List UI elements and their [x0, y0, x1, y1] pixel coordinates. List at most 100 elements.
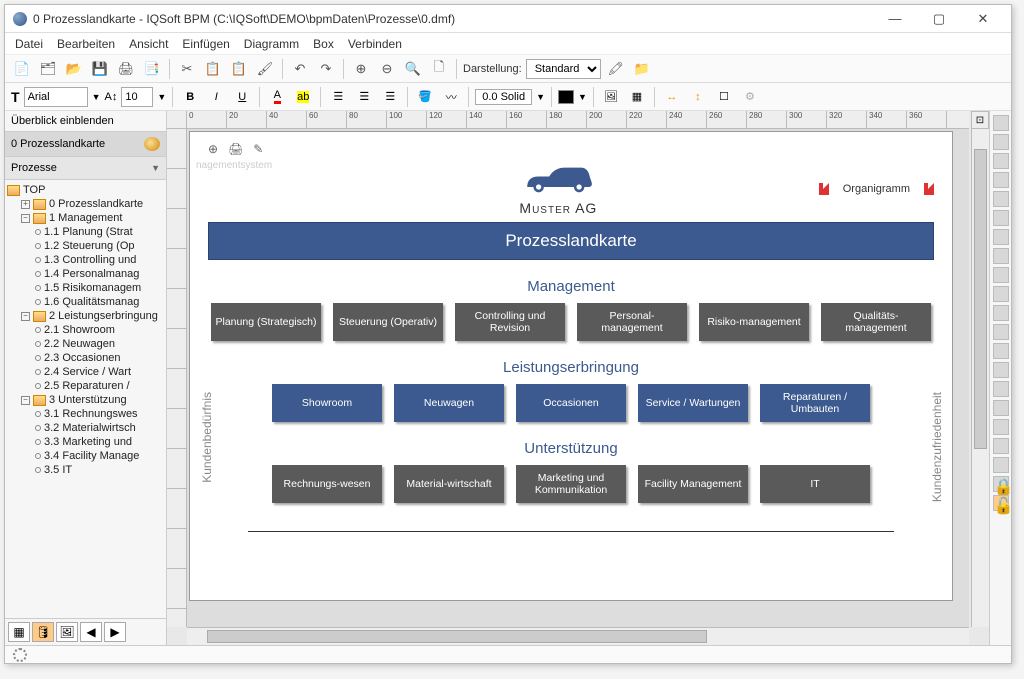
rp-icon-1[interactable]: [993, 115, 1009, 131]
view-image-icon[interactable]: 🖼: [56, 622, 78, 642]
text-tool-icon[interactable]: T: [11, 89, 20, 105]
color-swatch[interactable]: [558, 90, 574, 104]
zoom-out-icon[interactable]: ⊖: [376, 58, 398, 80]
font-size-input[interactable]: [121, 87, 153, 107]
tree-collapse-icon[interactable]: −: [21, 396, 30, 405]
rp-icon-4[interactable]: [993, 172, 1009, 188]
menu-diagramm[interactable]: Diagramm: [244, 37, 299, 51]
lock-icon[interactable]: 🔒: [993, 476, 1009, 492]
tree-leaf[interactable]: 1.4 Personalmanag: [44, 268, 139, 280]
canvas-print-icon[interactable]: 🖨: [228, 142, 243, 156]
print-icon[interactable]: 🖨: [115, 58, 137, 80]
tree-node-2[interactable]: 2 Leistungserbringung: [49, 310, 158, 322]
tree-expand-icon[interactable]: +: [21, 200, 30, 209]
box-risiko[interactable]: Risiko-management: [699, 303, 809, 341]
rp-icon-2[interactable]: [993, 134, 1009, 150]
rp-icon-6[interactable]: [993, 210, 1009, 226]
box-neuwagen[interactable]: Neuwagen: [394, 384, 504, 422]
box-material[interactable]: Material-wirtschaft: [394, 465, 504, 503]
menu-box[interactable]: Box: [313, 37, 334, 51]
rp-icon-16[interactable]: [993, 400, 1009, 416]
tree-leaf[interactable]: 2.5 Reparaturen /: [44, 380, 130, 392]
menu-einfuegen[interactable]: Einfügen: [182, 37, 229, 51]
font-select[interactable]: [24, 87, 88, 107]
highlight-icon[interactable]: ab: [292, 86, 314, 108]
unlock-icon[interactable]: 🔓: [993, 495, 1009, 511]
scrollbar-horizontal[interactable]: [187, 627, 969, 645]
box-service[interactable]: Service / Wartungen: [638, 384, 748, 422]
box-qualitaet[interactable]: Qualitäts-management: [821, 303, 931, 341]
tree-collapse-icon[interactable]: −: [21, 214, 30, 223]
box-facility[interactable]: Facility Management: [638, 465, 748, 503]
tree[interactable]: TOP +0 Prozesslandkarte −1 Management 1.…: [5, 180, 166, 618]
box-personal[interactable]: Personal-management: [577, 303, 687, 341]
close-button[interactable]: ✕: [963, 7, 1003, 31]
box-rechnung[interactable]: Rechnungs-wesen: [272, 465, 382, 503]
box-showroom[interactable]: Showroom: [272, 384, 382, 422]
tree-leaf[interactable]: 2.3 Occasionen: [44, 352, 120, 364]
sidebar-header[interactable]: Überblick einblenden: [5, 111, 166, 132]
zoom-in-icon[interactable]: ⊕: [350, 58, 372, 80]
canvas-zoom-icon[interactable]: ⊕: [208, 142, 218, 156]
organigramm-link[interactable]: Organigramm: [843, 183, 910, 195]
align-center-icon[interactable]: ☰: [353, 86, 375, 108]
pdf-icon[interactable]: [819, 183, 829, 195]
insert-image-icon[interactable]: 🖼: [600, 86, 622, 108]
scrollbar-vertical[interactable]: [971, 129, 989, 627]
tree-leaf[interactable]: 1.3 Controlling und: [44, 254, 136, 266]
maximize-button[interactable]: ▢: [919, 7, 959, 31]
tree-leaf[interactable]: 1.5 Risikomanagem: [44, 282, 141, 294]
tree-node-1[interactable]: 1 Management: [49, 212, 122, 224]
toggle-panel-icon[interactable]: ⊡: [971, 111, 989, 129]
copy-icon[interactable]: 📑: [141, 58, 163, 80]
tree-leaf[interactable]: 2.2 Neuwagen: [44, 338, 115, 350]
arrow-v-icon[interactable]: ↕: [687, 86, 709, 108]
rp-icon-15[interactable]: [993, 381, 1009, 397]
diagram-title-bar[interactable]: Prozesslandkarte: [208, 222, 934, 260]
checkbox-icon[interactable]: ☐: [713, 86, 735, 108]
tree-leaf[interactable]: 3.3 Marketing und: [44, 436, 132, 448]
tree-leaf[interactable]: 2.4 Service / Wart: [44, 366, 131, 378]
insert-table-icon[interactable]: ▦: [626, 86, 648, 108]
new-icon[interactable]: 📄: [11, 58, 33, 80]
line-color-icon[interactable]: 〰: [440, 86, 462, 108]
canvas-scroll[interactable]: ⊕ 🖨 ✎ nagementsystem Muster AG Or: [187, 129, 969, 627]
rp-icon-11[interactable]: [993, 305, 1009, 321]
sidebar-tab-prozesse[interactable]: Prozesse ▼: [5, 157, 166, 180]
tree-leaf[interactable]: 3.2 Materialwirtsch: [44, 422, 136, 434]
tree-node-3[interactable]: 3 Unterstützung: [49, 394, 127, 406]
rp-icon-10[interactable]: [993, 286, 1009, 302]
box-planung[interactable]: Planung (Strategisch): [211, 303, 321, 341]
view-prev-icon[interactable]: ◀: [80, 622, 102, 642]
cut-icon[interactable]: ✂: [176, 58, 198, 80]
tree-leaf[interactable]: 3.5 IT: [44, 464, 72, 476]
display-select[interactable]: Standard: [526, 59, 601, 79]
sidebar-tab-landkarte[interactable]: 0 Prozesslandkarte: [5, 132, 166, 157]
tree-leaf[interactable]: 1.1 Planung (Strat: [44, 226, 133, 238]
folder-icon[interactable]: 📁: [631, 58, 653, 80]
box-marketing[interactable]: Marketing und Kommunikation: [516, 465, 626, 503]
box-controlling[interactable]: Controlling und Revision: [455, 303, 565, 341]
pdf-icon-2[interactable]: [924, 183, 934, 195]
tree-node-0[interactable]: 0 Prozesslandkarte: [49, 198, 143, 210]
rp-icon-9[interactable]: [993, 267, 1009, 283]
rp-icon-3[interactable]: [993, 153, 1009, 169]
font-color-icon[interactable]: A: [266, 86, 288, 108]
view-grid-icon[interactable]: ▦: [8, 622, 30, 642]
box-reparaturen[interactable]: Reparaturen / Umbauten: [760, 384, 870, 422]
paint-icon[interactable]: 🖍: [605, 58, 627, 80]
rp-icon-5[interactable]: [993, 191, 1009, 207]
tree-leaf[interactable]: 1.6 Qualitätsmanag: [44, 296, 139, 308]
rp-icon-14[interactable]: [993, 362, 1009, 378]
arrow-h-icon[interactable]: ↔: [661, 86, 683, 108]
rp-icon-13[interactable]: [993, 343, 1009, 359]
tree-collapse-icon[interactable]: −: [21, 312, 30, 321]
box-occasionen[interactable]: Occasionen: [516, 384, 626, 422]
zoom-fit-icon[interactable]: 🔍: [402, 58, 424, 80]
save-icon[interactable]: 💾: [89, 58, 111, 80]
copy2-icon[interactable]: 📋: [202, 58, 224, 80]
canvas-edit-icon[interactable]: ✎: [253, 142, 263, 156]
box-steuerung[interactable]: Steuerung (Operativ): [333, 303, 443, 341]
rp-icon-7[interactable]: [993, 229, 1009, 245]
fill-icon[interactable]: 🪣: [414, 86, 436, 108]
